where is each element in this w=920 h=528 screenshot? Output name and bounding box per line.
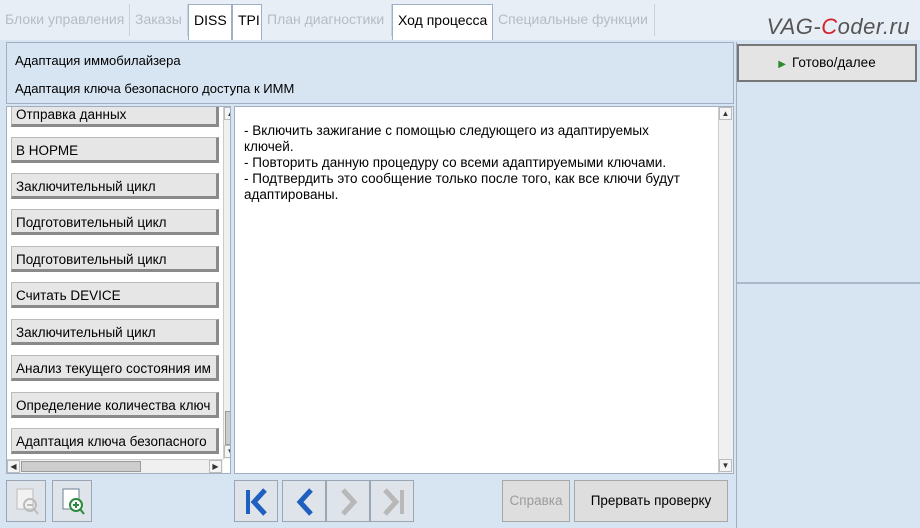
instruction-text-area: - Включить зажигание с помощью следующег… xyxy=(234,106,734,474)
list-item[interactable]: Определение количества ключ xyxy=(11,392,219,418)
list-item[interactable]: Адаптация ключа безопасного xyxy=(11,428,219,454)
step-list-vertical-scrollbar[interactable]: ▲ ▼ xyxy=(223,107,230,459)
scroll-down-icon[interactable]: ▼ xyxy=(719,459,732,472)
step-list: Отправка данных В НОРМЕ Заключительный ц… xyxy=(6,106,231,474)
zoom-in-icon xyxy=(62,488,85,515)
chevron-right-icon xyxy=(341,488,358,516)
instruction-scrollbar[interactable]: ▲ ▼ xyxy=(718,107,733,473)
list-item[interactable]: В НОРМЕ xyxy=(11,137,219,163)
instruction-line: - Повторить данную процедуру со всеми ад… xyxy=(244,155,667,170)
list-item[interactable]: Подготовительный цикл xyxy=(11,209,219,235)
previous-step-button[interactable] xyxy=(282,480,326,522)
list-item[interactable]: Заключительный цикл xyxy=(11,319,219,345)
scroll-right-icon[interactable]: ▶ xyxy=(209,460,222,473)
scroll-down-icon[interactable]: ▼ xyxy=(224,445,230,458)
abort-check-button[interactable]: Прервать проверку xyxy=(574,480,728,522)
tab-control-units[interactable]: Блоки управления xyxy=(0,4,130,36)
panel-divider xyxy=(737,282,920,284)
zoom-in-button[interactable] xyxy=(52,480,92,522)
instruction-line: адаптированы. xyxy=(244,187,339,202)
zoom-out-icon xyxy=(16,488,39,515)
instruction-line: ключей. xyxy=(244,139,294,154)
help-button[interactable]: Справка xyxy=(502,480,570,522)
tab-tpi[interactable]: TPI xyxy=(232,4,262,40)
play-icon: ▶ xyxy=(778,59,786,70)
tab-process-progress[interactable]: Ход процесса xyxy=(392,4,493,40)
first-step-button[interactable] xyxy=(234,480,278,522)
instruction-line: - Подтвердить это сообщение только после… xyxy=(244,171,680,186)
zoom-out-button[interactable] xyxy=(6,480,46,522)
right-panel: ▶ Готово/далее xyxy=(736,42,920,528)
tab-diss[interactable]: DISS xyxy=(188,4,232,40)
watermark-logo: VAG-Coder.ru xyxy=(766,14,910,39)
next-step-button[interactable] xyxy=(326,480,370,522)
scroll-thumb[interactable] xyxy=(225,411,230,445)
list-item[interactable]: Заключительный цикл xyxy=(11,173,219,199)
procedure-title: Адаптация иммобилайзера xyxy=(15,53,181,68)
tab-orders[interactable]: Заказы xyxy=(130,4,188,36)
scroll-up-icon[interactable]: ▲ xyxy=(719,107,732,120)
list-item[interactable]: Подготовительный цикл xyxy=(11,246,219,272)
tab-diagnostic-plan[interactable]: План диагностики xyxy=(262,4,392,36)
scroll-left-icon[interactable]: ◀ xyxy=(7,460,20,473)
step-list-horizontal-scrollbar[interactable]: ◀ ▶ xyxy=(7,459,223,473)
procedure-subtitle: Адаптация ключа безопасного доступа к ИМ… xyxy=(15,81,295,96)
list-item[interactable]: Анализ текущего состояния им xyxy=(11,355,219,381)
scroll-up-icon[interactable]: ▲ xyxy=(224,107,230,120)
tab-bar: Блоки управления Заказы DISS TPI План ди… xyxy=(0,0,920,40)
list-item[interactable]: Отправка данных xyxy=(11,107,219,127)
tab-special-functions[interactable]: Специальные функции xyxy=(493,4,655,36)
procedure-header: Адаптация иммобилайзера Адаптация ключа … xyxy=(6,42,734,104)
skip-first-icon xyxy=(246,488,267,516)
chevron-left-icon xyxy=(296,488,313,516)
last-step-button[interactable] xyxy=(370,480,414,522)
done-next-button[interactable]: ▶ Готово/далее xyxy=(737,44,917,82)
skip-last-icon xyxy=(383,488,404,516)
list-item[interactable]: Считать DEVICE xyxy=(11,282,219,308)
scroll-thumb[interactable] xyxy=(21,461,141,472)
instruction-line: - Включить зажигание с помощью следующег… xyxy=(244,123,649,138)
